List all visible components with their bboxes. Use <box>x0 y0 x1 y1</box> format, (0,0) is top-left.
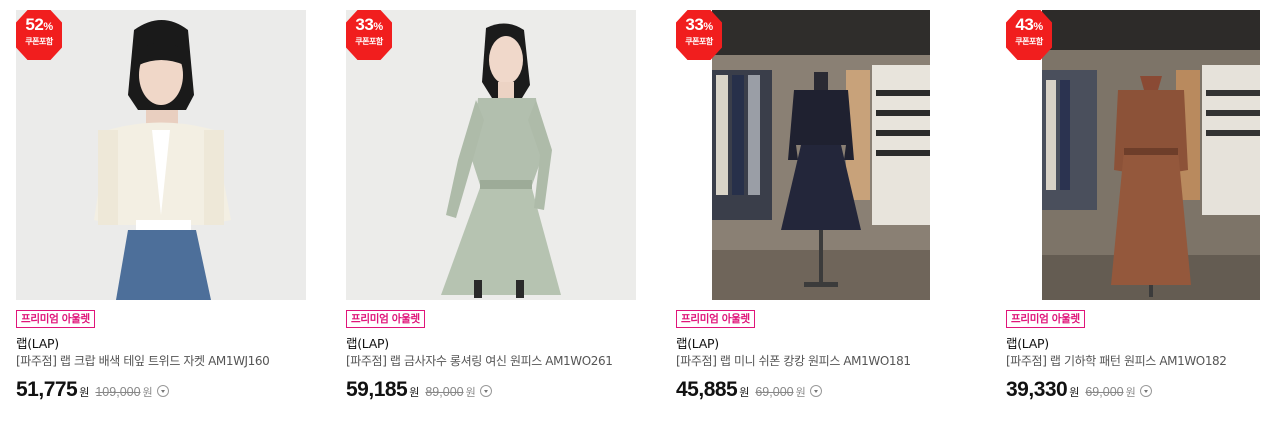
original-currency-label: 원 <box>1125 386 1136 399</box>
product-image[interactable]: 43% 쿠폰포함 <box>1006 10 1279 300</box>
outlet-badge[interactable]: 프리미엄 아울렛 <box>16 310 95 328</box>
price-info-icon[interactable] <box>1139 385 1152 397</box>
price-row: 51,775 원 109,000 원 <box>16 378 306 402</box>
brand-name[interactable]: 랩(LAP) <box>346 336 636 351</box>
product-photo <box>1006 10 1279 300</box>
discount-badge: 52% 쿠폰포함 <box>16 10 62 60</box>
product-image[interactable]: 52% 쿠폰포함 <box>16 10 306 300</box>
discount-badge: 33% 쿠폰포함 <box>346 10 392 60</box>
price-info-icon[interactable] <box>156 385 169 397</box>
brand-name[interactable]: 랩(LAP) <box>16 336 306 351</box>
original-price: 89,000 <box>425 385 464 399</box>
discount-badge: 43% 쿠폰포함 <box>1006 10 1052 60</box>
original-currency-label: 원 <box>465 386 476 399</box>
brand-name[interactable]: 랩(LAP) <box>1006 336 1279 351</box>
original-currency-label: 원 <box>795 386 806 399</box>
original-price: 69,000 <box>1085 385 1124 399</box>
outlet-badge[interactable]: 프리미엄 아울렛 <box>1006 310 1085 328</box>
product-image[interactable]: 33% 쿠폰포함 <box>676 10 966 300</box>
product-name[interactable]: [파주점] 랩 기하학 패턴 원피스 AM1WO182 <box>1006 353 1279 369</box>
price-row: 39,330 원 69,000 원 <box>1006 378 1279 402</box>
sale-price: 45,885 <box>676 378 738 401</box>
brand-name[interactable]: 랩(LAP) <box>676 336 966 351</box>
product-name[interactable]: [파주점] 랩 금사자수 롱셔링 여신 원피스 AM1WO261 <box>346 353 636 369</box>
product-name[interactable]: [파주점] 랩 크랍 배색 테잎 트위드 자켓 AM1WJ160 <box>16 353 306 369</box>
price-info-icon[interactable] <box>479 385 492 397</box>
currency-label: 원 <box>79 386 90 399</box>
sale-price: 59,185 <box>346 378 408 401</box>
price-row: 45,885 원 69,000 원 <box>676 378 966 402</box>
sale-price: 39,330 <box>1006 378 1068 401</box>
product-card[interactable]: 52% 쿠폰포함 프리미엄 아울렛 랩(LAP) [파주점] 랩 크랍 배색 테… <box>16 10 306 402</box>
currency-label: 원 <box>739 386 750 399</box>
price-info-icon[interactable] <box>809 385 822 397</box>
currency-label: 원 <box>1069 386 1080 399</box>
product-photo <box>346 10 636 300</box>
product-card[interactable]: 43% 쿠폰포함 프리미엄 아울렛 랩(LAP) [파주점] 랩 기하학 패턴 … <box>1006 10 1279 402</box>
price-row: 59,185 원 89,000 원 <box>346 378 636 402</box>
product-card[interactable]: 33% 쿠폰포함 프리미엄 아울렛 랩(LAP) [파주점] 랩 미니 쉬폰 캉… <box>676 10 966 402</box>
outlet-badge[interactable]: 프리미엄 아울렛 <box>346 310 425 328</box>
sale-price: 51,775 <box>16 378 78 401</box>
original-price: 109,000 <box>95 385 141 399</box>
discount-badge: 33% 쿠폰포함 <box>676 10 722 60</box>
product-photo <box>16 10 306 300</box>
original-price: 69,000 <box>755 385 794 399</box>
product-image[interactable]: 33% 쿠폰포함 <box>346 10 636 300</box>
original-currency-label: 원 <box>142 386 153 399</box>
product-name[interactable]: [파주점] 랩 미니 쉬폰 캉캉 원피스 AM1WO181 <box>676 353 966 369</box>
product-photo <box>676 10 966 300</box>
product-card[interactable]: 33% 쿠폰포함 프리미엄 아울렛 랩(LAP) [파주점] 랩 금사자수 롱셔… <box>346 10 636 402</box>
currency-label: 원 <box>409 386 420 399</box>
outlet-badge[interactable]: 프리미엄 아울렛 <box>676 310 755 328</box>
